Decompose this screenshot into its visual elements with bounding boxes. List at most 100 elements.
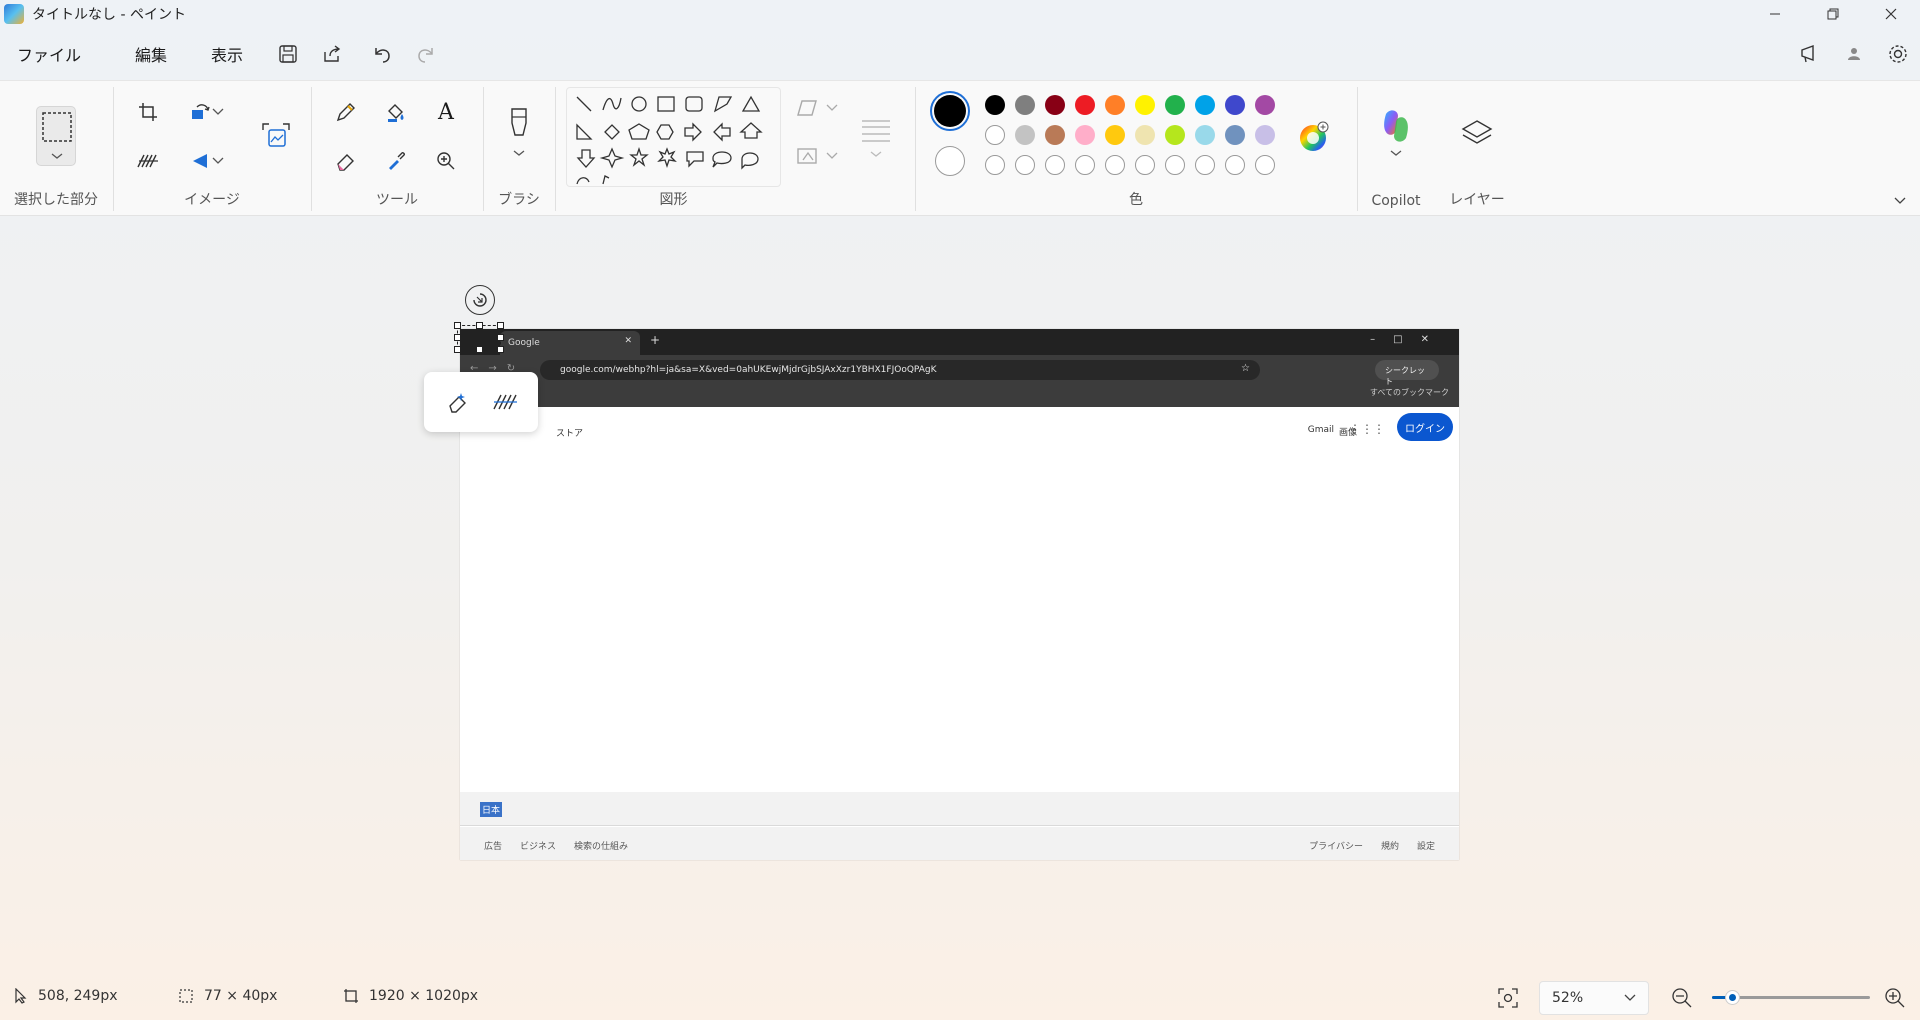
color-swatch[interactable] (1105, 95, 1125, 115)
color-swatch[interactable] (1165, 95, 1185, 115)
color-swatch[interactable] (1225, 125, 1245, 145)
selection-box[interactable] (454, 322, 504, 353)
menu-bar: ファイル 編集 表示 (0, 34, 1920, 74)
brush-button[interactable] (499, 105, 539, 161)
resize-handle[interactable] (454, 322, 461, 329)
resize-handle[interactable] (497, 334, 504, 341)
custom-color-slot[interactable] (1075, 155, 1095, 175)
resize-handle[interactable] (497, 322, 504, 329)
menu-edit[interactable]: 編集 (118, 42, 184, 66)
drawing-canvas[interactable]: Google ✕ + –□✕ ←→↻ google.com/webhp?hl=j… (460, 329, 1459, 860)
custom-color-slot[interactable] (985, 155, 1005, 175)
generative-erase-icon (448, 393, 466, 413)
ribbon-collapse-button[interactable] (1892, 193, 1908, 209)
menu-file[interactable]: ファイル (0, 42, 98, 66)
outline-button[interactable] (794, 95, 844, 123)
select-tool-button[interactable] (36, 106, 76, 166)
color-swatch[interactable] (1255, 95, 1275, 115)
outline-icon (797, 100, 838, 116)
close-button[interactable] (1862, 0, 1920, 28)
custom-color-slot[interactable] (1135, 155, 1155, 175)
resize-handle[interactable] (476, 346, 483, 353)
generative-erase-button[interactable] (440, 384, 476, 420)
zoom-slider-thumb[interactable] (1724, 990, 1740, 1005)
resize-button[interactable] (256, 117, 296, 157)
crop-button[interactable] (128, 92, 168, 132)
resize-handle[interactable] (454, 346, 461, 353)
pasted-incognito-badge: シークレット (1375, 360, 1439, 386)
color-swatch[interactable] (1045, 125, 1065, 145)
pasted-browser-chrome: Google ✕ + –□✕ ←→↻ google.com/webhp?hl=j… (460, 329, 1459, 407)
feedback-button[interactable] (1788, 36, 1832, 72)
layers-group-label: レイヤー (1449, 192, 1505, 208)
stroke-size-button[interactable] (856, 115, 896, 165)
magnifier-button[interactable] (426, 141, 466, 181)
copilot-button[interactable] (1376, 106, 1416, 166)
settings-icon (1889, 45, 1907, 63)
color-swatch[interactable] (1015, 125, 1035, 145)
eraser-button[interactable] (326, 141, 366, 181)
chevron-down-icon (1624, 994, 1636, 1001)
copilot-group-label: Copilot (1371, 193, 1421, 209)
custom-color-slot[interactable] (1195, 155, 1215, 175)
custom-color-slot[interactable] (1165, 155, 1185, 175)
resize-handle[interactable] (476, 322, 483, 329)
minimize-button[interactable] (1746, 0, 1804, 28)
flip-dropdown[interactable] (206, 141, 230, 181)
rotate-dropdown[interactable] (206, 92, 230, 132)
remove-background-button[interactable] (128, 141, 168, 181)
resize-handle[interactable] (454, 334, 461, 341)
redo-button[interactable] (404, 36, 448, 72)
remove-background-icon (492, 394, 517, 410)
custom-color-slot[interactable] (1045, 155, 1065, 175)
color-swatch[interactable] (1015, 95, 1035, 115)
color-picker-button[interactable] (376, 141, 416, 181)
zoom-in-button[interactable] (1883, 986, 1907, 1010)
shapes-gallery-icons[interactable] (567, 88, 782, 188)
color-swatch[interactable] (985, 95, 1005, 115)
settings-button[interactable] (1876, 36, 1920, 72)
pasted-bookmarks-label: すべてのブックマーク (1369, 388, 1449, 397)
color-swatch[interactable] (1075, 125, 1095, 145)
primary-color-button[interactable] (930, 91, 970, 131)
save-button[interactable] (266, 36, 310, 72)
color-swatch[interactable] (1225, 95, 1245, 115)
fill-button[interactable] (376, 92, 416, 132)
color-swatch[interactable] (1165, 125, 1185, 145)
layers-button[interactable] (1457, 115, 1497, 155)
custom-color-slot[interactable] (1225, 155, 1245, 175)
color-swatch[interactable] (1135, 125, 1155, 145)
remove-background-button[interactable] (487, 384, 523, 420)
account-button[interactable] (1832, 36, 1876, 72)
fill-style-button[interactable] (794, 143, 844, 171)
zoom-select[interactable]: 52% (1539, 981, 1649, 1015)
edit-colors-button[interactable] (1298, 121, 1330, 153)
color-swatch[interactable] (1105, 125, 1125, 145)
restore-button[interactable] (1804, 0, 1862, 28)
paint-bucket-icon (388, 104, 404, 122)
share-button[interactable] (310, 36, 354, 72)
selection-floating-toolbar (424, 372, 538, 432)
color-swatch[interactable] (1255, 125, 1275, 145)
color-swatch[interactable] (1195, 125, 1215, 145)
color-swatch[interactable] (1135, 95, 1155, 115)
fit-to-window-button[interactable] (1497, 987, 1519, 1009)
text-button[interactable]: A (426, 92, 466, 132)
copilot-icon (1384, 110, 1408, 156)
zoom-slider[interactable] (1712, 990, 1870, 1005)
zoom-out-button[interactable] (1670, 986, 1694, 1010)
color-swatch[interactable] (1195, 95, 1215, 115)
color-swatch[interactable] (985, 125, 1005, 145)
color-swatch[interactable] (1075, 95, 1095, 115)
secondary-color-button[interactable] (935, 146, 965, 176)
pencil-button[interactable] (326, 92, 366, 132)
undo-button[interactable] (360, 36, 404, 72)
color-swatch[interactable] (1045, 95, 1065, 115)
custom-color-slot[interactable] (1255, 155, 1275, 175)
menu-view[interactable]: 表示 (194, 42, 260, 66)
chevron-down-icon (212, 157, 224, 164)
resize-handle[interactable] (497, 346, 504, 353)
custom-color-slot[interactable] (1015, 155, 1035, 175)
custom-color-slot[interactable] (1105, 155, 1125, 175)
rotate-handle[interactable] (465, 285, 495, 315)
